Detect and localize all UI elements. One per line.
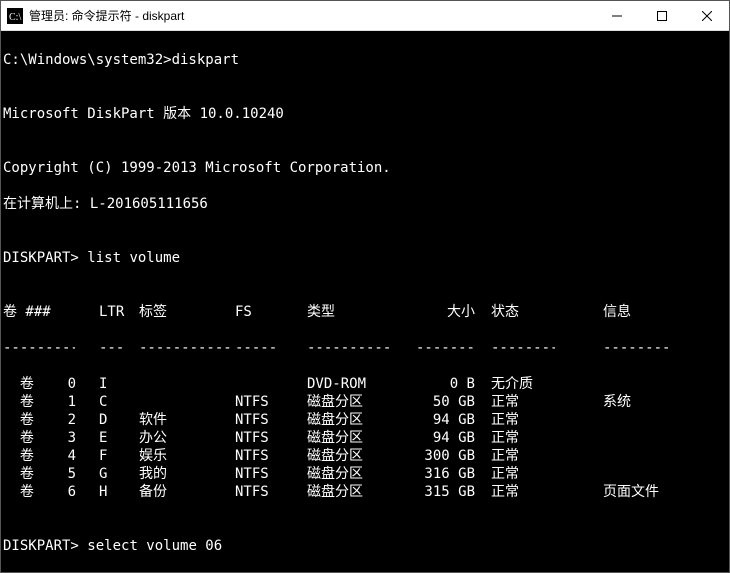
col-header-ltr: LTR (99, 303, 123, 321)
col-header-type: 类型 (307, 303, 403, 321)
cell-info (603, 465, 683, 483)
cell-fs: NTFS (235, 393, 291, 411)
table-row: 卷 1 C NTFS 磁盘分区50 GB 正常 系统 (3, 393, 727, 411)
cell-volume: 卷 6 (3, 483, 75, 501)
cell-size: 94 GB (403, 429, 475, 447)
cell-ltr: I (99, 375, 123, 393)
cell-label (139, 375, 235, 393)
cell-fs: NTFS (235, 411, 291, 429)
cell-info (603, 411, 683, 429)
cell-label (139, 393, 235, 411)
cell-info: 系统 (603, 393, 683, 411)
cell-fs: NTFS (235, 429, 291, 447)
cell-ltr: C (99, 393, 123, 411)
cell-fs: NTFS (235, 447, 291, 465)
cell-volume: 卷 5 (3, 465, 75, 483)
cell-info: 页面文件 (603, 483, 683, 501)
cell-volume: 卷 4 (3, 447, 75, 465)
cell-size: 315 GB (403, 483, 475, 501)
maximize-button[interactable] (639, 1, 684, 30)
prompt-line: C:\Windows\system32>diskpart (3, 51, 727, 69)
titlebar[interactable]: C:\ 管理员: 命令提示符 - diskpart (1, 1, 729, 31)
cell-label: 娱乐 (139, 447, 235, 465)
cell-volume: 卷 3 (3, 429, 75, 447)
cell-ltr: G (99, 465, 123, 483)
cmd-text: diskpart (172, 52, 239, 68)
col-header-fs: FS (235, 303, 291, 321)
table-divider-row: ----------------------------------------… (3, 339, 727, 357)
cell-type: 磁盘分区 (307, 429, 403, 447)
prompt-line: DISKPART> select volume 06 (3, 537, 727, 555)
diskpart-prompt: DISKPART> (3, 250, 79, 266)
cell-status: 正常 (491, 483, 555, 501)
cell-status: 正常 (491, 393, 555, 411)
cell-status: 正常 (491, 411, 555, 429)
col-header-status: 状态 (491, 303, 555, 321)
col-header-volume: 卷 ### (3, 303, 75, 321)
cell-info (603, 447, 683, 465)
col-header-size: 大小 (403, 303, 475, 321)
cell-size: 0 B (403, 375, 475, 393)
cell-status: 正常 (491, 465, 555, 483)
cmd-icon: C:\ (7, 8, 23, 24)
cell-ltr: D (99, 411, 123, 429)
window-title: 管理员: 命令提示符 - diskpart (29, 7, 594, 24)
cell-type: 磁盘分区 (307, 411, 403, 429)
path-prompt: C:\Windows\system32> (3, 52, 172, 68)
cell-label: 办公 (139, 429, 235, 447)
cell-label: 备份 (139, 483, 235, 501)
terminal-output[interactable]: C:\Windows\system32>diskpart Microsoft D… (1, 31, 729, 572)
table-row: 卷 3 E 办公NTFS 磁盘分区94 GB 正常 (3, 429, 727, 447)
cmd-text: list volume (87, 250, 180, 266)
cell-status: 正常 (491, 429, 555, 447)
cell-info (603, 375, 683, 393)
cell-type: 磁盘分区 (307, 465, 403, 483)
col-header-label: 标签 (139, 303, 235, 321)
minimize-button[interactable] (594, 1, 639, 30)
table-header-row: 卷 ### LTR 标签FS 类型大小状态 信息 (3, 303, 727, 321)
table-row: 卷 2 D 软件NTFS 磁盘分区94 GB 正常 (3, 411, 727, 429)
cell-fs: NTFS (235, 465, 291, 483)
cell-size: 316 GB (403, 465, 475, 483)
cell-fs: NTFS (235, 483, 291, 501)
cell-volume: 卷 1 (3, 393, 75, 411)
cell-volume: 卷 2 (3, 411, 75, 429)
cell-ltr: H (99, 483, 123, 501)
cell-label: 我的 (139, 465, 235, 483)
table-row: 卷 4 F 娱乐NTFS 磁盘分区300 GB 正常 (3, 447, 727, 465)
cell-volume: 卷 0 (3, 375, 75, 393)
cell-status: 正常 (491, 447, 555, 465)
version-line: Microsoft DiskPart 版本 10.0.10240 (3, 105, 727, 123)
close-button[interactable] (684, 1, 729, 30)
cmd-text: select volume 06 (87, 538, 222, 554)
cell-fs (235, 375, 291, 393)
cell-type: DVD-ROM (307, 375, 403, 393)
cell-size: 50 GB (403, 393, 475, 411)
cell-type: 磁盘分区 (307, 483, 403, 501)
cell-ltr: E (99, 429, 123, 447)
computer-line: 在计算机上: L-201605111656 (3, 195, 727, 213)
cell-label: 软件 (139, 411, 235, 429)
cell-size: 300 GB (403, 447, 475, 465)
cell-ltr: F (99, 447, 123, 465)
table-row: 卷 6 H 备份NTFS 磁盘分区315 GB 正常 页面文件 (3, 483, 727, 501)
col-header-info: 信息 (603, 303, 683, 321)
cell-size: 94 GB (403, 411, 475, 429)
cell-type: 磁盘分区 (307, 393, 403, 411)
copyright-line: Copyright (C) 1999-2013 Microsoft Corpor… (3, 159, 727, 177)
cell-status: 无介质 (491, 375, 555, 393)
svg-text:C:\: C:\ (9, 12, 21, 23)
diskpart-prompt: DISKPART> (3, 538, 79, 554)
cell-info (603, 429, 683, 447)
table-row: 卷 5 G 我的NTFS 磁盘分区316 GB 正常 (3, 465, 727, 483)
table-row: 卷 0 I DVD-ROM0 B 无介质 (3, 375, 727, 393)
app-window: C:\ 管理员: 命令提示符 - diskpart C:\Windows\sys… (0, 0, 730, 573)
cell-type: 磁盘分区 (307, 447, 403, 465)
prompt-line: DISKPART> list volume (3, 249, 727, 267)
